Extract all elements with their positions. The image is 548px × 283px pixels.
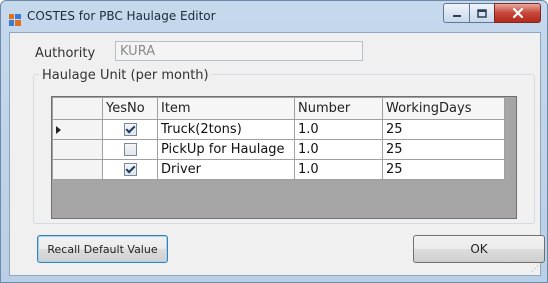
yesno-checkbox[interactable]: [123, 163, 137, 176]
row-pointer-icon: [56, 125, 61, 134]
yesno-checkbox[interactable]: [123, 123, 137, 136]
caption-buttons: [443, 3, 541, 23]
workingdays-cell[interactable]: 25: [382, 119, 505, 140]
yesno-cell[interactable]: [102, 159, 158, 180]
minimize-icon: [452, 4, 462, 23]
title-bar[interactable]: COSTES for PBC Haulage Editor: [1, 1, 547, 32]
number-cell[interactable]: 1.0: [294, 159, 383, 180]
table-row: Driver 1.0 25: [52, 159, 505, 180]
column-header-workingdays[interactable]: WorkingDays: [382, 97, 505, 120]
resize-grip-icon[interactable]: ⋰: [531, 264, 539, 273]
column-header-number[interactable]: Number: [294, 97, 383, 120]
item-cell[interactable]: Driver: [157, 159, 295, 180]
recall-default-button[interactable]: Recall Default Value: [37, 235, 168, 263]
maximize-button[interactable]: [469, 3, 494, 23]
yesno-checkbox[interactable]: [123, 143, 137, 156]
number-cell[interactable]: 1.0: [294, 139, 383, 160]
close-icon: [512, 4, 524, 23]
number-cell[interactable]: 1.0: [294, 119, 383, 140]
table-header-row: YesNo Item Number WorkingDays: [52, 97, 505, 120]
minimize-button[interactable]: [443, 3, 469, 23]
column-header-item[interactable]: Item: [157, 97, 295, 120]
workingdays-cell[interactable]: 25: [382, 159, 505, 180]
ok-button[interactable]: OK: [413, 235, 545, 263]
app-window-icon: [9, 11, 21, 26]
yesno-cell[interactable]: [102, 119, 158, 140]
close-button[interactable]: [494, 3, 541, 23]
haulage-data-grid[interactable]: YesNo Item Number WorkingDays Truck(2ton…: [51, 96, 517, 219]
row-header[interactable]: [52, 159, 103, 180]
table-row: PickUp for Haulage 1.0 25: [52, 139, 505, 160]
maximize-icon: [477, 4, 487, 23]
yesno-cell[interactable]: [102, 139, 158, 160]
editor-window: COSTES for PBC Haulage Editor Authority: [0, 0, 548, 283]
workingdays-cell[interactable]: 25: [382, 139, 505, 160]
column-header-yesno[interactable]: YesNo: [102, 97, 158, 120]
authority-label: Authority: [35, 46, 96, 61]
haulage-unit-group-label: Haulage Unit (per month): [39, 68, 212, 83]
table-row: Truck(2tons) 1.0 25: [52, 119, 505, 140]
item-cell[interactable]: Truck(2tons): [157, 119, 295, 140]
row-header[interactable]: [52, 139, 103, 160]
window-title: COSTES for PBC Haulage Editor: [27, 9, 216, 23]
client-area: Authority Haulage Unit (per month) YesNo…: [9, 32, 545, 276]
row-header[interactable]: [52, 119, 103, 140]
item-cell[interactable]: PickUp for Haulage: [157, 139, 295, 160]
authority-field[interactable]: [115, 41, 363, 61]
row-header-corner: [52, 97, 103, 120]
haulage-table: YesNo Item Number WorkingDays Truck(2ton…: [52, 97, 505, 180]
